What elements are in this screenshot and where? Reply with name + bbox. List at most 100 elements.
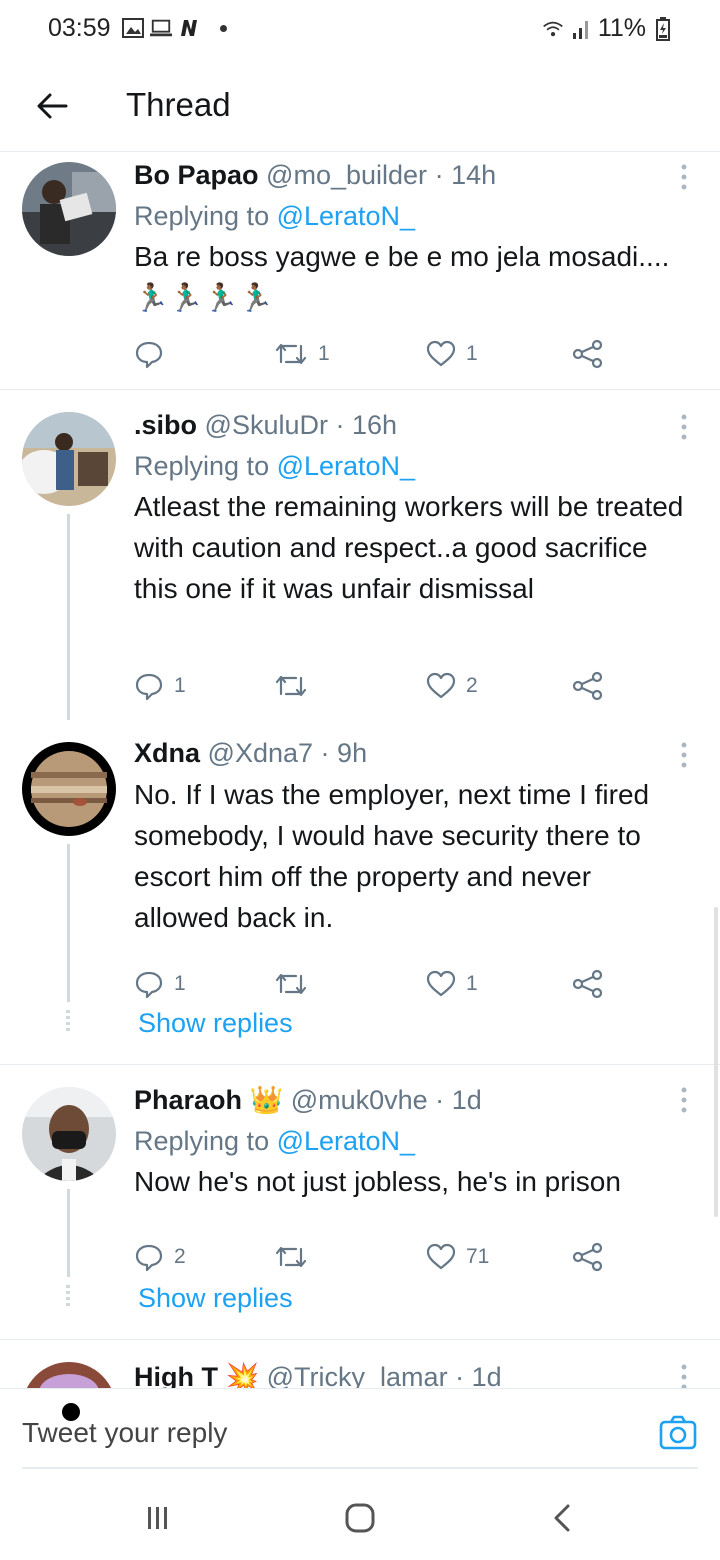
like-button[interactable]: 1 xyxy=(426,966,478,1002)
tweet[interactable]: .sibo @SkuluDr · 16h Replying to @Lerato… xyxy=(0,390,720,720)
reply-button[interactable] xyxy=(134,336,174,372)
mention-link[interactable]: @LeratoN_ xyxy=(277,201,415,231)
tweet-header: Pharaoh 👑 @muk0vhe · 1d xyxy=(134,1083,690,1117)
tweet-reply-input[interactable]: Tweet your reply xyxy=(22,1417,227,1449)
author-handle: @muk0vhe xyxy=(290,1085,428,1115)
thread-dotted-connector xyxy=(66,1285,70,1307)
heart-icon xyxy=(426,1243,456,1270)
battery-charging-icon xyxy=(652,16,674,41)
author-handle: @SkuluDr xyxy=(204,410,328,440)
like-button[interactable]: 1 xyxy=(426,336,478,372)
retweet-icon xyxy=(275,1246,307,1268)
tweet-time: 16h xyxy=(352,410,398,440)
system-icons: 11% xyxy=(542,14,674,43)
thread-connector-line xyxy=(67,514,70,720)
recents-icon xyxy=(148,1507,167,1529)
like-count: 1 xyxy=(466,972,478,995)
reply-composer: Tweet your reply xyxy=(0,1388,720,1470)
reply-button[interactable]: 1 xyxy=(134,668,186,704)
avatar[interactable] xyxy=(22,162,116,256)
like-button[interactable]: 71 xyxy=(426,1239,489,1275)
back-nav-button[interactable] xyxy=(542,1500,582,1536)
page-title: Thread xyxy=(126,86,231,123)
home-button[interactable] xyxy=(340,1500,380,1536)
heart-icon xyxy=(426,672,456,699)
more-options-icon[interactable] xyxy=(676,162,692,192)
status-time: 03:59 xyxy=(48,14,111,42)
status-bar: 03:59 11% xyxy=(0,0,720,62)
heart-icon xyxy=(426,340,456,367)
share-button[interactable] xyxy=(572,1239,604,1275)
author-name[interactable]: Bo Papao xyxy=(134,160,259,190)
tweet-body: High T 💥 @Tricky_lamar · 1d xyxy=(134,1360,690,1388)
tweet-actions: 1 2 xyxy=(134,668,614,704)
more-options-icon[interactable] xyxy=(676,1085,692,1115)
retweet-button[interactable] xyxy=(274,668,318,704)
collision-emoji: 💥 xyxy=(225,1362,260,1388)
tweet-text: Now he's not just jobless, he's in priso… xyxy=(134,1166,621,1197)
share-button[interactable] xyxy=(572,966,604,1002)
author-handle: @mo_builder xyxy=(266,160,428,190)
tweet-actions: 1 1 xyxy=(134,336,614,372)
crown-emoji: 👑 xyxy=(249,1085,284,1115)
tweet-header: High T 💥 @Tricky_lamar · 1d xyxy=(134,1360,690,1388)
tweet[interactable]: Xdna @Xdna7 · 9h No. If I was the employ… xyxy=(0,720,720,1064)
avatar[interactable] xyxy=(22,412,116,506)
more-options-icon[interactable] xyxy=(676,740,692,770)
mention-link[interactable]: @LeratoN_ xyxy=(277,451,415,481)
reply-button[interactable]: 2 xyxy=(134,1239,186,1275)
avatar[interactable] xyxy=(22,1087,116,1181)
wifi-icon xyxy=(542,18,564,40)
avatar[interactable] xyxy=(22,1362,116,1388)
separator-dot: · xyxy=(435,1085,445,1115)
signal-icon xyxy=(570,18,592,40)
tweet[interactable]: Pharaoh 👑 @muk0vhe · 1d Replying to @Ler… xyxy=(0,1065,720,1339)
share-button[interactable] xyxy=(572,668,604,704)
more-options-icon[interactable] xyxy=(676,412,692,442)
share-icon xyxy=(572,339,603,369)
retweet-button[interactable]: 1 xyxy=(274,336,330,372)
tweet-body: .sibo @SkuluDr · 16h Replying to @Lerato… xyxy=(134,408,690,609)
arrow-left-icon xyxy=(37,93,68,119)
author-name[interactable]: .sibo xyxy=(134,410,197,440)
camera-icon[interactable] xyxy=(658,1413,698,1453)
back-button[interactable] xyxy=(30,84,74,128)
reply-button[interactable]: 1 xyxy=(134,966,186,1002)
retweet-button[interactable] xyxy=(274,1239,318,1275)
tweet[interactable]: High T 💥 @Tricky_lamar · 1d xyxy=(0,1340,720,1388)
like-count: 2 xyxy=(466,674,478,697)
thread-dotted-connector xyxy=(66,1010,70,1032)
author-name[interactable]: High T xyxy=(134,1362,218,1388)
mention-link[interactable]: @LeratoN_ xyxy=(277,1126,415,1156)
more-notifications-dot-icon xyxy=(220,24,227,32)
separator-dot: · xyxy=(434,160,444,190)
scrollbar-thumb[interactable] xyxy=(714,907,718,1217)
recents-button[interactable] xyxy=(138,1500,178,1536)
home-icon xyxy=(345,1503,375,1533)
avatar[interactable] xyxy=(22,742,116,836)
thread-feed[interactable]: Bo Papao @mo_builder · 14h Replying to @… xyxy=(0,152,720,1388)
notification-icons xyxy=(122,17,227,39)
author-name[interactable]: Xdna xyxy=(134,738,200,768)
share-button[interactable] xyxy=(572,336,604,372)
tweet-time: 1d xyxy=(471,1362,502,1388)
like-button[interactable]: 2 xyxy=(426,668,478,704)
replying-to-label: Replying to xyxy=(134,201,277,231)
tweet-body: Bo Papao @mo_builder · 14h Replying to @… xyxy=(134,158,690,318)
thread-connector-line xyxy=(67,844,70,1002)
retweet-icon xyxy=(275,675,307,697)
author-name[interactable]: Pharaoh xyxy=(134,1085,242,1115)
retweet-icon xyxy=(275,973,307,995)
tweet-time: 14h xyxy=(451,160,497,190)
retweet-button[interactable] xyxy=(274,966,318,1002)
reply-icon xyxy=(135,673,163,701)
more-options-icon[interactable] xyxy=(676,1362,692,1388)
tweet[interactable]: Bo Papao @mo_builder · 14h Replying to @… xyxy=(0,152,720,388)
replying-to: Replying to @LeratoN_ xyxy=(134,1123,690,1159)
battery-percent: 11% xyxy=(597,14,646,42)
show-replies-link[interactable]: Show replies xyxy=(138,1283,293,1314)
tweet-body: Pharaoh 👑 @muk0vhe · 1d Replying to @Ler… xyxy=(134,1083,690,1202)
tweet-header: .sibo @SkuluDr · 16h xyxy=(134,408,690,442)
show-replies-link[interactable]: Show replies xyxy=(138,1008,293,1039)
reply-count: 2 xyxy=(174,1245,186,1268)
